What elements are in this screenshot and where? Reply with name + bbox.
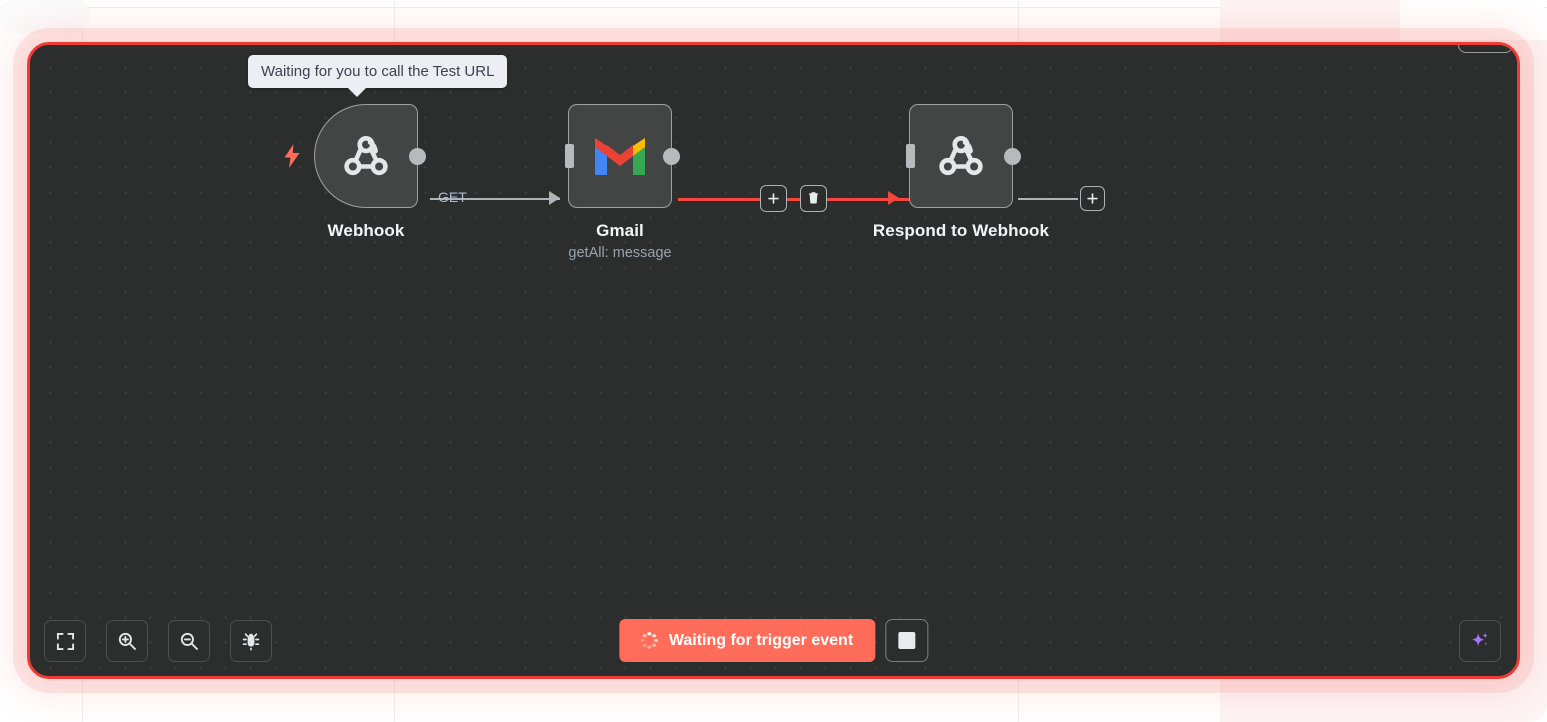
gmail-icon: [595, 138, 645, 175]
partially-hidden-toolbar-chip[interactable]: [1458, 45, 1513, 53]
node-label-gmail: Gmail: [596, 221, 644, 240]
execution-toolbar: Waiting for trigger event: [618, 619, 929, 662]
waiting-for-trigger-label: Waiting for trigger event: [668, 631, 854, 649]
background-panel: [0, 0, 90, 34]
stop-square-icon: [898, 632, 916, 649]
sparkle-icon: [1472, 632, 1488, 647]
node-output-port[interactable]: [1003, 147, 1021, 165]
trigger-waiting-tooltip: Waiting for you to call the Test URL: [248, 55, 508, 97]
connection-arrow-icon: [549, 191, 560, 205]
connection-respond-to-endpoint[interactable]: [1018, 198, 1078, 200]
bug-icon: [242, 633, 260, 651]
node-gmail[interactable]: Gmail getAll: message: [564, 104, 680, 261]
connection-gmail-to-respond[interactable]: [678, 198, 910, 201]
zoom-to-fit-button[interactable]: [44, 620, 86, 662]
webhook-icon: [344, 136, 388, 176]
node-respond-to-webhook[interactable]: Respond to Webhook: [873, 104, 1049, 240]
node-input-port[interactable]: [905, 144, 915, 168]
stop-execution-button[interactable]: [885, 619, 929, 662]
zoom-out-icon: [180, 632, 198, 650]
background-panel: [1400, 0, 1547, 40]
trigger-tooltip-label: Waiting for you to call the Test URL: [261, 63, 495, 80]
fit-screen-icon: [56, 632, 74, 650]
debug-button[interactable]: [230, 620, 272, 662]
webhook-icon: [939, 136, 983, 176]
node-input-port[interactable]: [564, 144, 574, 168]
node-webhook[interactable]: Webhook: [284, 104, 426, 240]
plus-icon: [1087, 192, 1098, 204]
workflow-canvas[interactable]: Waiting for you to call the Test URL GET: [27, 42, 1520, 679]
zoom-out-button[interactable]: [168, 620, 210, 662]
add-node-endpoint-button[interactable]: [1080, 185, 1105, 211]
node-output-port[interactable]: [408, 147, 426, 165]
connection-label-get: GET: [438, 189, 467, 205]
waiting-for-trigger-button[interactable]: Waiting for trigger event: [618, 619, 876, 662]
node-output-port[interactable]: [662, 147, 680, 165]
zoom-in-button[interactable]: [106, 620, 148, 662]
ai-assistant-button[interactable]: [1459, 620, 1501, 662]
delete-icon: [809, 192, 818, 204]
connection-arrow-icon: [888, 191, 899, 205]
connection-delete-button[interactable]: [800, 184, 827, 212]
node-sublabel-gmail: getAll: message: [568, 245, 672, 261]
canvas-dot-grid: [30, 45, 1517, 676]
lightning-bolt-icon: [284, 144, 300, 168]
spinner-icon: [640, 631, 658, 649]
plus-icon: [768, 192, 779, 204]
zoom-in-icon: [118, 632, 136, 650]
node-label-respond-to-webhook: Respond to Webhook: [872, 221, 1050, 240]
node-label-webhook: Webhook: [327, 221, 405, 240]
connection-add-node-button[interactable]: [760, 184, 787, 212]
